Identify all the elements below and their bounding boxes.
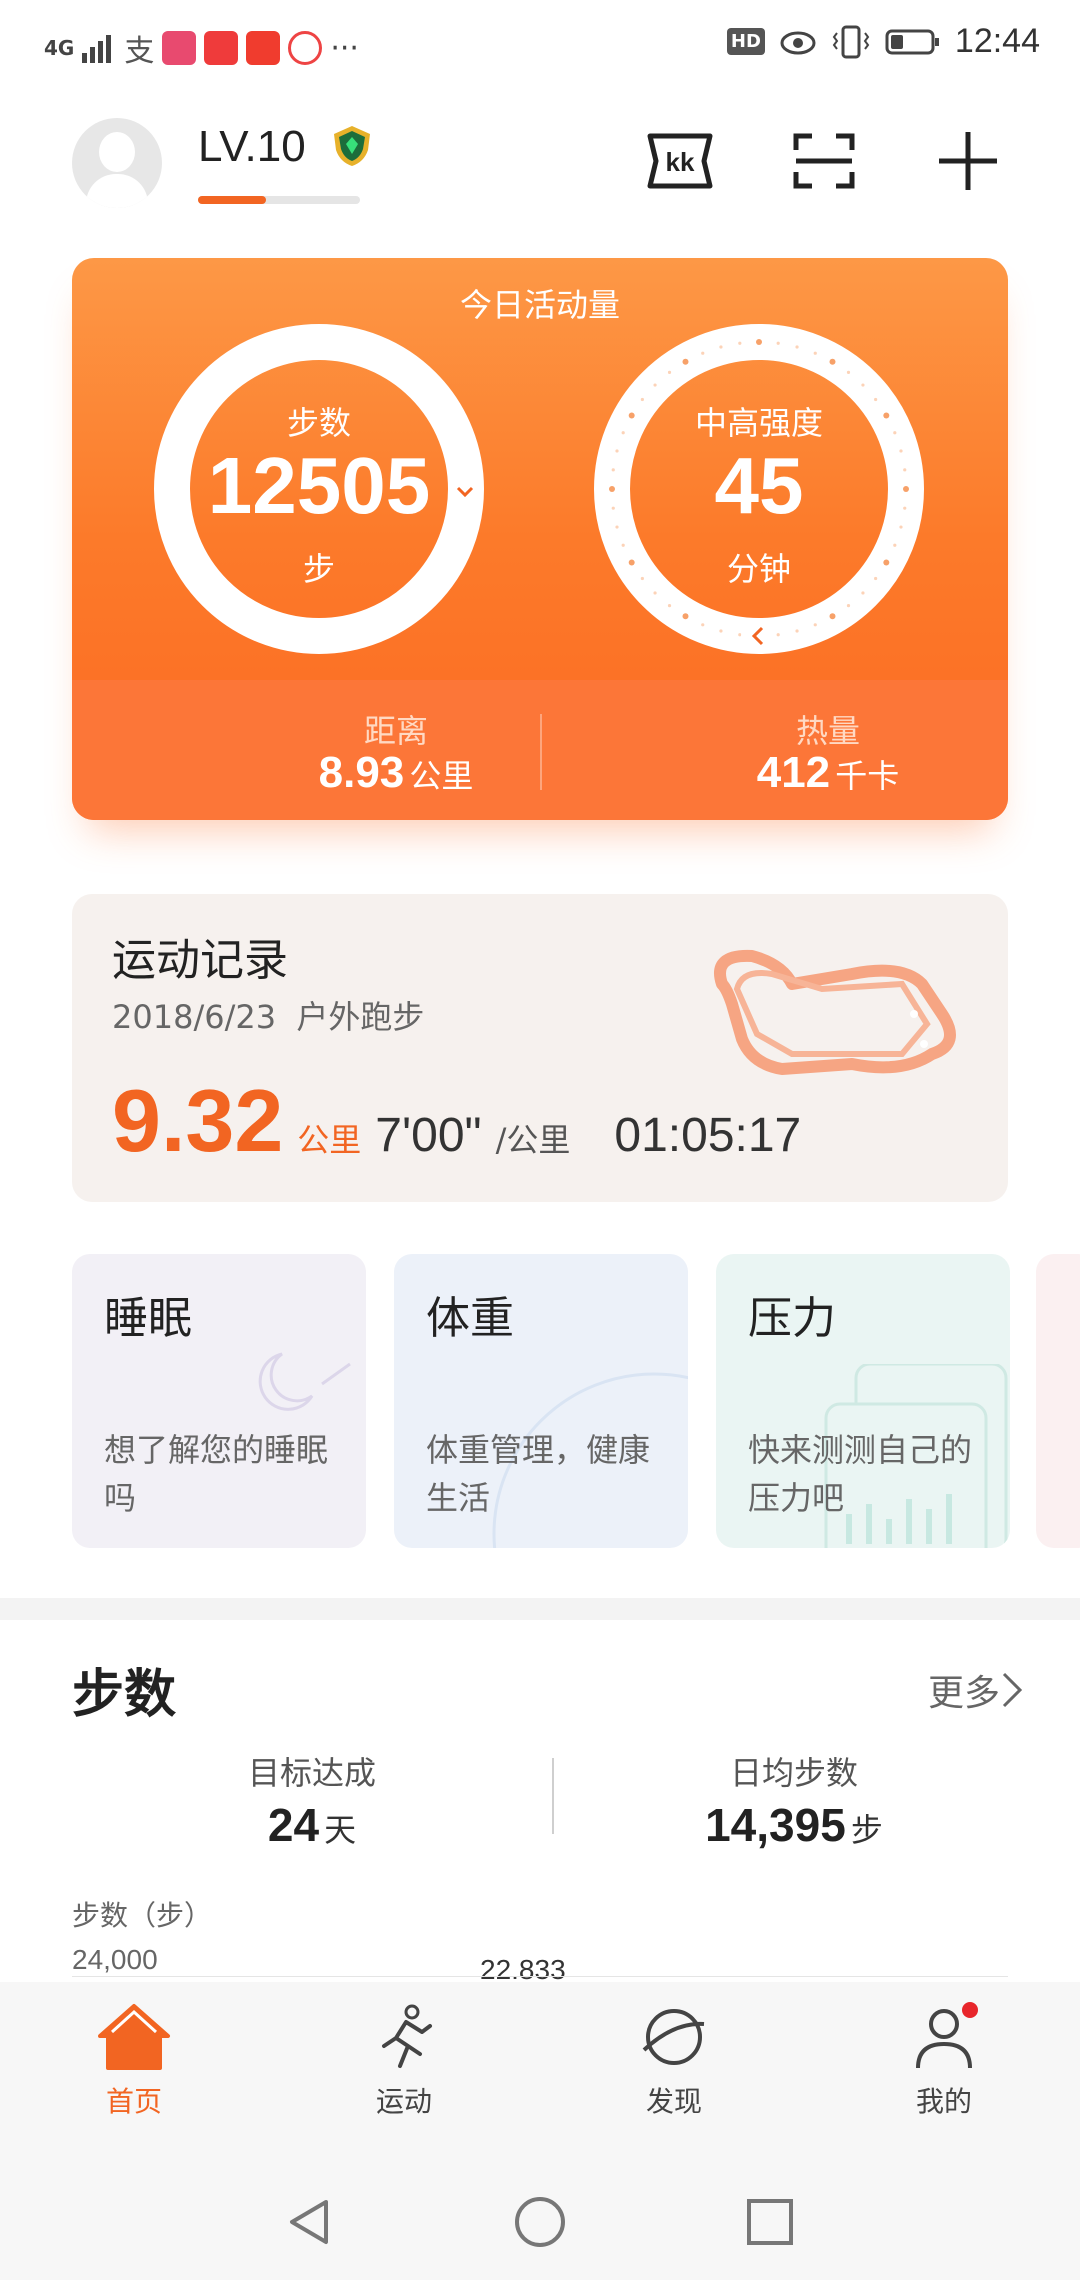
planet-icon	[642, 2009, 705, 2065]
activity-card[interactable]: 今日活动量 步数 12505 步 中高强度 45 分钟 距离 8.93 公里 热…	[72, 258, 1008, 820]
battery-icon	[885, 29, 939, 54]
chart-gridline	[72, 1976, 1008, 1977]
weight-desc: 体重管理，健康生活	[426, 1431, 651, 1517]
app-icon-red	[162, 31, 197, 65]
sleep-tile[interactable]: 睡眠 想了解您的睡眠吗	[72, 1254, 366, 1548]
distance-unit: 公里	[409, 757, 474, 795]
nav-home[interactable]: 首页	[34, 2002, 234, 2120]
record-duration: 01:05:17	[614, 1109, 802, 1162]
record-pace-unit: /公里	[495, 1121, 571, 1159]
nav-sport-label: 运动	[375, 2085, 432, 2118]
svg-text:kk: kk	[666, 147, 695, 177]
stress-tile[interactable]: 压力 快来测测自己的压力吧	[716, 1254, 1010, 1548]
record-subtitle: 2018/6/23 户外跑步	[112, 992, 424, 1038]
kk-icon[interactable]: kk	[642, 126, 718, 196]
stress-desc: 快来测测自己的压力吧	[748, 1431, 973, 1517]
home-button-icon[interactable]	[512, 2194, 568, 2250]
calories-unit: 千卡	[835, 757, 900, 795]
calories-label: 热量	[795, 712, 860, 750]
status-bar: 4G 支 ··· HD 12:44	[0, 0, 1080, 90]
activity-title: 今日活动量	[459, 286, 620, 324]
nav-discover[interactable]: 发现	[574, 2002, 774, 2120]
add-icon[interactable]	[930, 126, 1006, 196]
intensity-unit: 分钟	[726, 550, 791, 588]
calories-value: 412	[756, 748, 831, 797]
stress-title: 压力	[748, 1293, 836, 1344]
app-icon-play	[246, 31, 281, 65]
app-icon-news	[288, 31, 323, 65]
distance-value: 8.93	[318, 748, 405, 797]
eye-comfort-icon	[780, 31, 816, 54]
home-icon	[98, 2004, 170, 2070]
more-link[interactable]: 更多	[928, 1664, 1000, 1716]
chart-axis-title: 步数（步）	[72, 1899, 213, 1932]
steps-unit: 步	[302, 550, 335, 588]
stats-divider	[540, 714, 542, 790]
more-notifications: ···	[330, 30, 359, 66]
back-icon[interactable]	[282, 2194, 338, 2250]
nav-sport[interactable]: 运动	[304, 2002, 504, 2120]
nav-me-label: 我的	[915, 2085, 972, 2118]
chart-tick-label: 24,000	[72, 1944, 158, 1975]
system-nav-bar	[0, 2164, 1080, 2280]
avg-stat: 14,395 步	[614, 1798, 974, 1852]
weight-title: 体重	[426, 1293, 514, 1344]
avatar[interactable]	[72, 118, 162, 208]
profile-icon	[916, 2002, 978, 2069]
bottom-nav: 首页 运动 发现 我的	[0, 1982, 1080, 2164]
app-icon-zhang	[204, 31, 239, 65]
signal-icon	[82, 35, 112, 63]
steps-section-title: 步数	[72, 1665, 177, 1725]
nav-me[interactable]: 我的	[844, 2002, 1044, 2120]
record-pace: 7'00"	[375, 1109, 482, 1162]
run-icon	[382, 2004, 432, 2068]
record-type: 户外跑步	[296, 998, 425, 1036]
intensity-value: 45	[714, 441, 804, 530]
alipay-icon: 支	[124, 34, 155, 69]
level-label[interactable]: LV.10	[198, 122, 306, 172]
steps-label: 步数	[286, 404, 351, 442]
record-date: 2018/6/23	[112, 998, 277, 1036]
summary-divider	[552, 1758, 554, 1834]
intensity-label: 中高强度	[694, 404, 823, 442]
goal-stat: 24 天	[132, 1798, 492, 1852]
nav-home-label: 首页	[105, 2085, 162, 2118]
weight-tile[interactable]: 体重 体重管理，健康生活	[394, 1254, 688, 1548]
section-divider	[0, 1598, 1080, 1620]
goal-unit: 天	[324, 1811, 357, 1849]
hd-badge: HD	[726, 28, 765, 55]
calories-stat: 412 千卡	[678, 748, 978, 798]
record-stats: 9.32 公里 7'00" /公里 01:05:17	[112, 1070, 801, 1172]
clock: 12:44	[954, 22, 1040, 60]
level-progress	[198, 196, 360, 204]
sleep-title: 睡眠	[104, 1293, 192, 1344]
network-label: 4G	[44, 36, 75, 60]
avg-unit: 步	[850, 1811, 883, 1849]
distance-stat: 8.93 公里	[246, 748, 546, 798]
sleep-desc: 想了解您的睡眠吗	[104, 1431, 329, 1517]
distance-label: 距离	[363, 712, 428, 750]
workout-record-card[interactable]: 运动记录 2018/6/23 户外跑步 9.32 公里 7'00" /公里 01…	[72, 894, 1008, 1202]
record-distance-unit: 公里	[297, 1121, 362, 1159]
next-tile-peek[interactable]	[1036, 1254, 1080, 1548]
level-shield-icon	[334, 126, 370, 166]
scan-icon[interactable]	[786, 126, 862, 196]
steps-value: 12505	[207, 441, 431, 530]
status-right: HD 12:44	[726, 22, 1040, 61]
record-title: 运动记录	[112, 935, 288, 986]
vibrate-icon	[832, 25, 870, 58]
route-map-icon	[714, 949, 956, 1075]
avg-value: 14,395	[705, 1799, 846, 1851]
record-distance: 9.32	[112, 1071, 284, 1170]
status-left: 4G 支 ···	[44, 26, 359, 70]
chevron-right-icon[interactable]	[994, 1668, 1028, 1712]
goal-label: 目标达成	[247, 1754, 376, 1792]
recents-icon[interactable]	[742, 2194, 798, 2250]
nav-discover-label: 发现	[645, 2085, 702, 2118]
steps-expand-icon[interactable]	[448, 474, 482, 508]
avg-label: 日均步数	[729, 1754, 858, 1792]
goal-value: 24	[267, 1799, 320, 1851]
